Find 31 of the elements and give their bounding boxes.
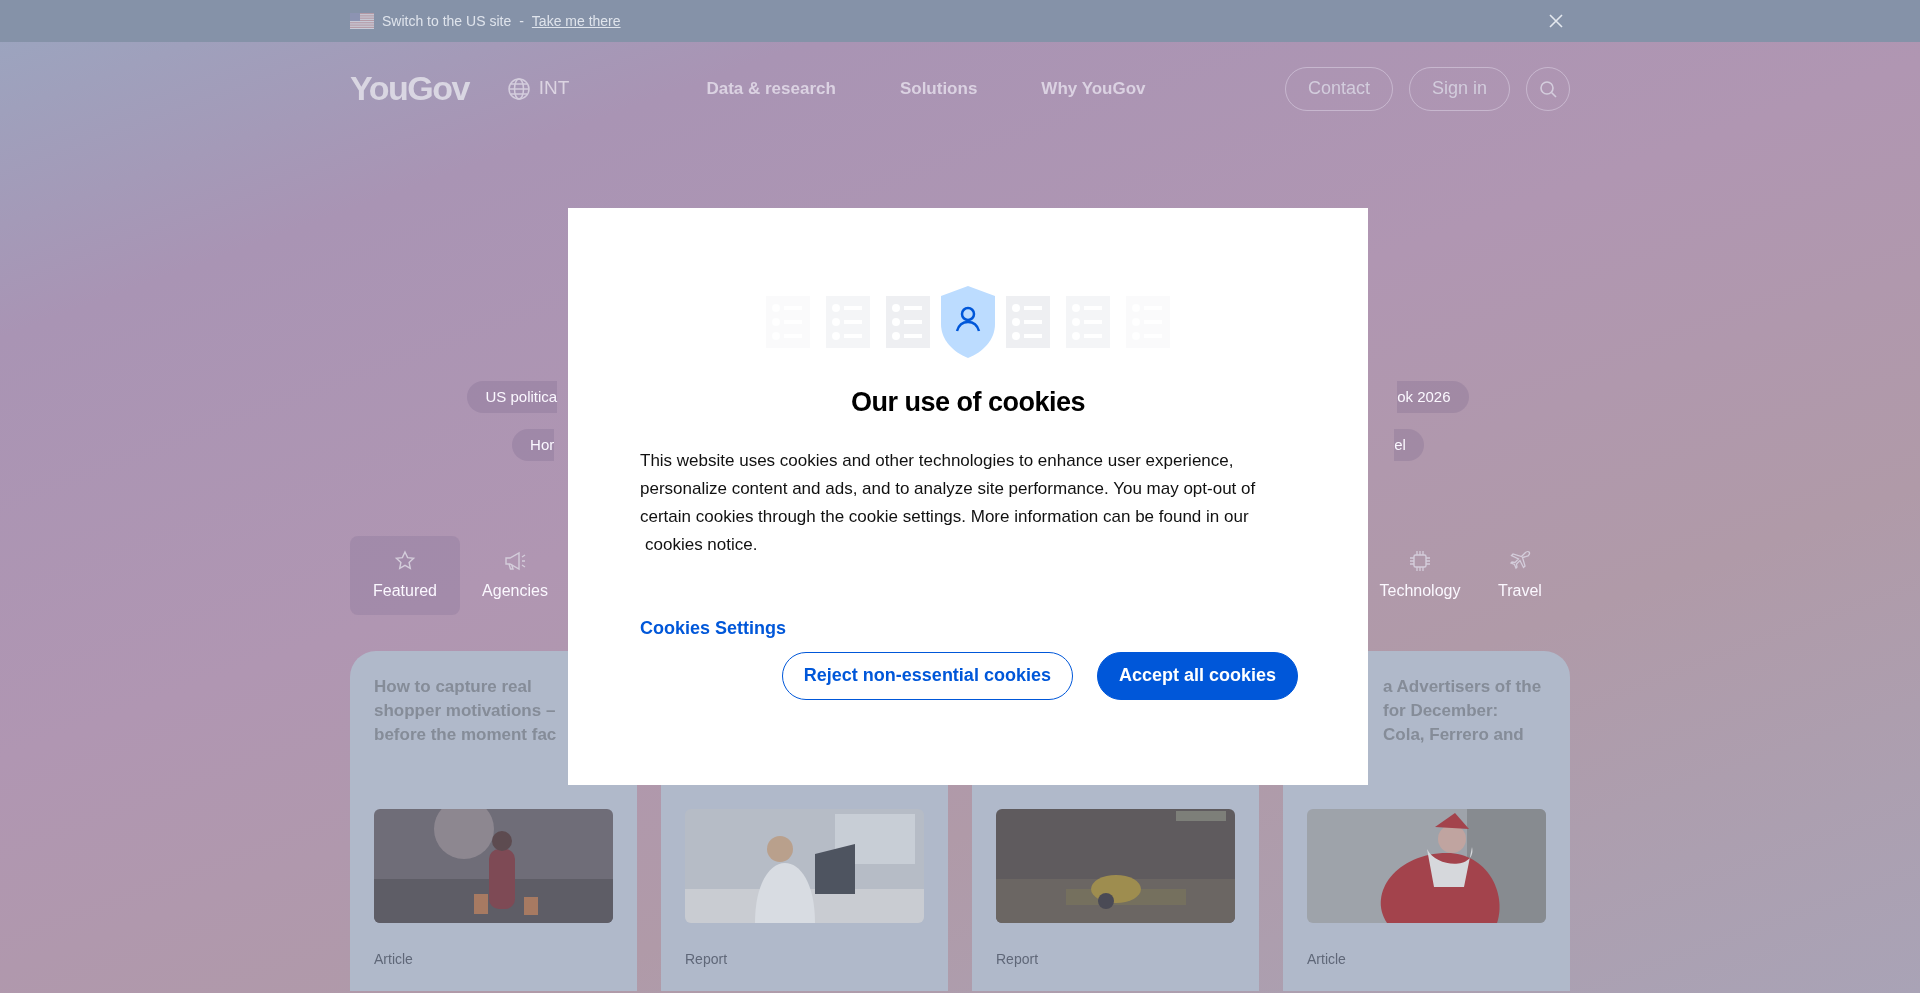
close-icon[interactable] [1548,13,1564,29]
category-tab[interactable]: Agencies [460,536,570,615]
card-type-label: Report [996,950,1040,969]
separator-text: - [519,11,524,31]
card-type-label: Article [1307,950,1347,969]
take-me-there-link[interactable]: Take me there [531,10,621,32]
dialog-text: This website uses cookies and other technologies to enhance user experience, personalize content and ads, and to analyze site performance. You may opt-out of certain cookies through the cookie settings. More information can be found in our cookies notice. [640,449,1257,556]
nav-link[interactable]: Why YouGov [1041,75,1146,102]
category-tab[interactable]: Travel [1470,536,1570,615]
topic-chip[interactable]: US politica [467,381,558,413]
search-icon [1539,79,1557,98]
banner-text: Switch to the US site [382,11,512,31]
card-type-label: Report [685,950,729,969]
nav-link[interactable]: Data & research [706,75,836,102]
topic-chip[interactable]: Hor [512,429,555,461]
cookie-button[interactable]: Accept all cookies [1096,651,1298,700]
logo[interactable]: YouGov [350,63,469,114]
cookies-settings-link[interactable]: Cookies Settings [640,614,787,642]
flag-icon [350,13,374,29]
category-tab[interactable]: Technology [1370,536,1470,615]
cookies-notice-link[interactable]: cookies notice. [645,534,758,554]
topic-chip[interactable]: ok 2026 [1397,381,1469,413]
globe-icon[interactable] [506,76,531,101]
nav-link[interactable]: Solutions [899,75,978,102]
cookie-button[interactable]: Reject non-essential cookies [781,651,1073,700]
card-type-label: Article [374,950,414,969]
category-tab[interactable]: Featured [350,536,460,615]
dialog-title: Our use of cookies [849,386,1087,419]
region-label[interactable]: INT [538,74,570,103]
chip-icon [1408,548,1432,573]
topic-chip[interactable]: el [1394,429,1424,461]
